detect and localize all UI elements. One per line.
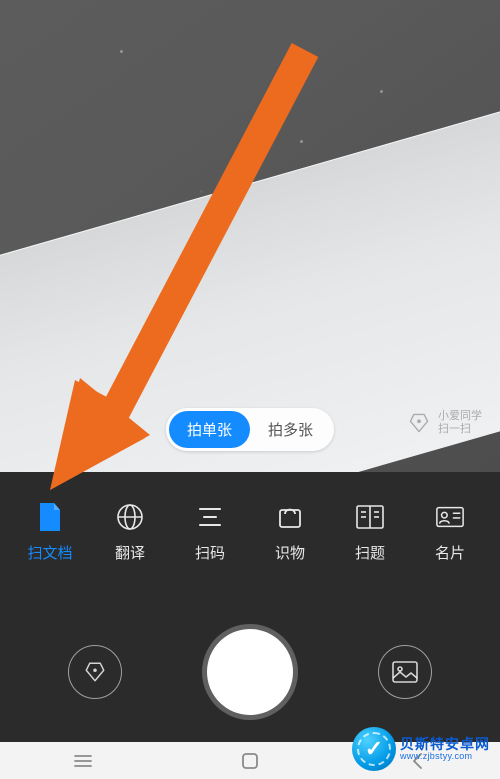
mode-business-card[interactable]: 名片 <box>410 502 490 563</box>
camera-viewfinder <box>0 0 500 472</box>
watermark-title: 贝斯特安卓网 <box>400 737 490 752</box>
segment-multi-shot[interactable]: 拍多张 <box>250 411 331 448</box>
globe-icon <box>115 502 145 532</box>
mode-label: 扫文档 <box>27 542 72 563</box>
mode-label: 扫题 <box>355 542 385 563</box>
image-icon <box>392 661 418 683</box>
id-card-icon <box>435 502 465 532</box>
segment-single-shot[interactable]: 拍单张 <box>169 411 250 448</box>
scanner-mode-strip: 扫文档 翻译 扫码 识物 <box>0 472 500 602</box>
ai-assist-button[interactable] <box>68 645 122 699</box>
mode-scan-homework[interactable]: 扫题 <box>330 502 410 563</box>
mode-label: 名片 <box>435 542 465 563</box>
mode-label: 扫码 <box>195 542 225 563</box>
nav-home-button[interactable] <box>230 753 270 769</box>
watermark-badge-icon: ✓ <box>352 727 396 771</box>
capture-bar <box>0 602 500 742</box>
mode-label: 翻译 <box>115 542 145 563</box>
xiaoai-outline-icon <box>81 659 109 685</box>
site-watermark: ✓ 贝斯特安卓网 www.zjbstyy.com <box>348 725 494 773</box>
gallery-button[interactable] <box>378 645 432 699</box>
nav-recent-button[interactable] <box>63 754 103 768</box>
mode-label: 识物 <box>275 542 305 563</box>
capture-mode-segmented: 拍单张 拍多张 <box>166 408 334 451</box>
bag-icon <box>275 502 305 532</box>
xiaoai-icon <box>405 411 433 435</box>
mode-translate[interactable]: 翻译 <box>90 502 170 563</box>
xiaoai-scan-badge[interactable]: 小爱同学 扫一扫 <box>405 410 482 435</box>
mode-identify-object[interactable]: 识物 <box>250 502 330 563</box>
shutter-button[interactable] <box>207 629 293 715</box>
mode-scan-document[interactable]: 扫文档 <box>10 502 90 563</box>
mode-scan-qr[interactable]: 扫码 <box>170 502 250 563</box>
camera-scanner-screen: 拍单张 拍多张 小爱同学 扫一扫 扫文档 翻译 <box>0 0 500 779</box>
book-icon <box>355 502 385 532</box>
document-icon <box>35 502 65 532</box>
scan-icon <box>195 502 225 532</box>
watermark-url: www.zjbstyy.com <box>400 752 490 761</box>
xiaoai-text: 小爱同学 扫一扫 <box>438 410 482 435</box>
